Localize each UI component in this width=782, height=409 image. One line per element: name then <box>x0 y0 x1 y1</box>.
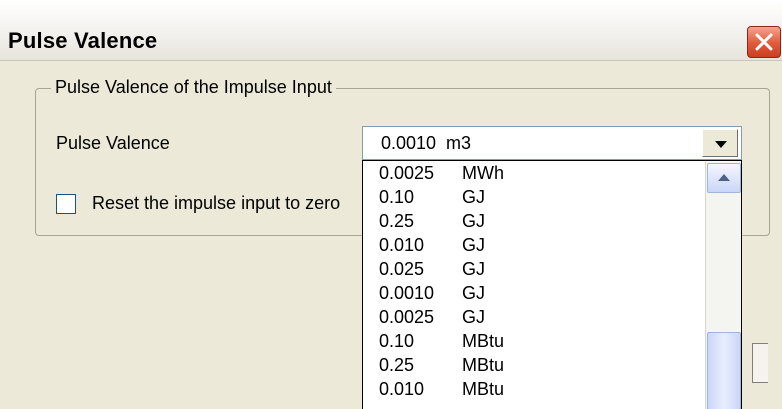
item-value: 0.025 <box>379 259 425 279</box>
pulse-valence-dropdown-list[interactable]: 0.0025 MWh 0.10 GJ 0.25 GJ 0.010 GJ 0.02… <box>362 160 742 409</box>
partial-button[interactable] <box>752 343 768 383</box>
item-value: 0.0025 <box>379 307 435 327</box>
title-bar[interactable]: Pulse Valence <box>0 0 782 61</box>
item-unit: MBtu <box>462 379 505 399</box>
pulse-valence-label: Pulse Valence <box>56 133 170 153</box>
scroll-up-button[interactable] <box>707 163 741 193</box>
item-unit: GJ <box>462 307 486 327</box>
item-value: 0.0010 <box>379 283 435 303</box>
item-unit: GJ <box>462 235 486 255</box>
item-value: 0.010 <box>379 379 425 399</box>
combobox-dropdown-button[interactable] <box>702 129 738 157</box>
reset-impulse-checkbox[interactable] <box>56 194 76 214</box>
item-unit: GJ <box>462 259 486 279</box>
pulse-valence-dialog: Pulse Valence Pulse Valence of the Impul… <box>0 0 782 409</box>
item-unit: MBtu <box>462 331 505 351</box>
scrollbar-thumb[interactable] <box>707 332 741 409</box>
item-unit: GJ <box>462 187 486 207</box>
chevron-up-icon <box>718 174 730 181</box>
item-unit: MBtu <box>462 355 505 375</box>
item-value: 0.010 <box>379 235 425 255</box>
item-value: 0.10 <box>379 187 415 207</box>
close-button[interactable] <box>747 26 781 58</box>
item-value: 0.0025 <box>379 163 435 183</box>
dropdown-scrollbar[interactable] <box>705 162 741 409</box>
item-unit: MWh <box>462 163 504 183</box>
reset-impulse-label[interactable]: Reset the impulse input to zero <box>92 193 358 214</box>
dialog-title: Pulse Valence <box>8 28 158 53</box>
item-value: 0.25 <box>379 355 415 375</box>
pulse-valence-combobox[interactable]: 0.0010 m3 <box>362 126 742 160</box>
item-unit: GJ <box>462 283 486 303</box>
combobox-selected-value: 0.0010 m3 <box>381 133 472 153</box>
item-value: 0.10 <box>379 331 415 351</box>
item-unit: GJ <box>462 211 486 231</box>
groupbox-legend: Pulse Valence of the Impulse Input <box>51 77 336 98</box>
close-icon <box>755 33 773 51</box>
chevron-down-icon <box>715 141 727 148</box>
item-value: 0.25 <box>379 211 415 231</box>
